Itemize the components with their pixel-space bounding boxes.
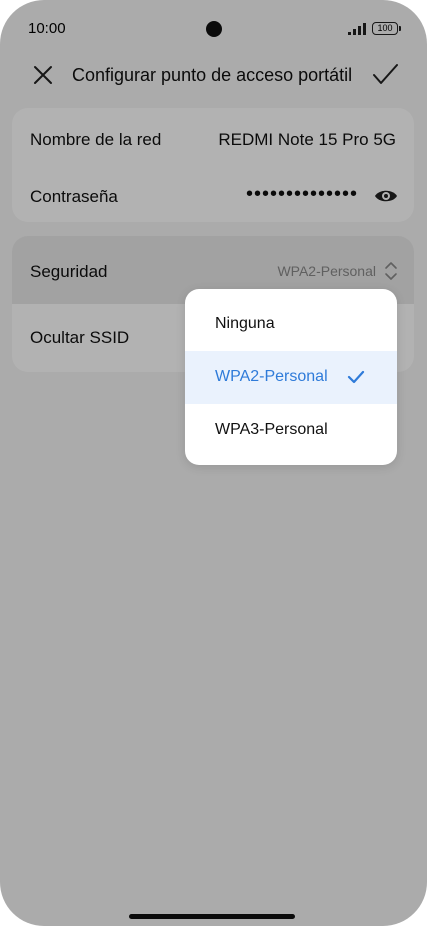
check-icon [347, 370, 365, 384]
security-dropdown: Ninguna WPA2-Personal WPA3-Personal [185, 289, 397, 465]
phone-frame: 10:00 100 Configurar punto de acceso por… [0, 0, 427, 926]
option-label: WPA2-Personal [215, 368, 328, 385]
option-wpa3-personal[interactable]: WPA3-Personal [185, 404, 397, 457]
settings-screen: 10:00 100 Configurar punto de acceso por… [0, 0, 427, 926]
option-ninguna[interactable]: Ninguna [185, 298, 397, 351]
option-label: Ninguna [215, 315, 275, 332]
option-wpa2-personal[interactable]: WPA2-Personal [185, 351, 397, 404]
option-label: WPA3-Personal [215, 421, 328, 438]
